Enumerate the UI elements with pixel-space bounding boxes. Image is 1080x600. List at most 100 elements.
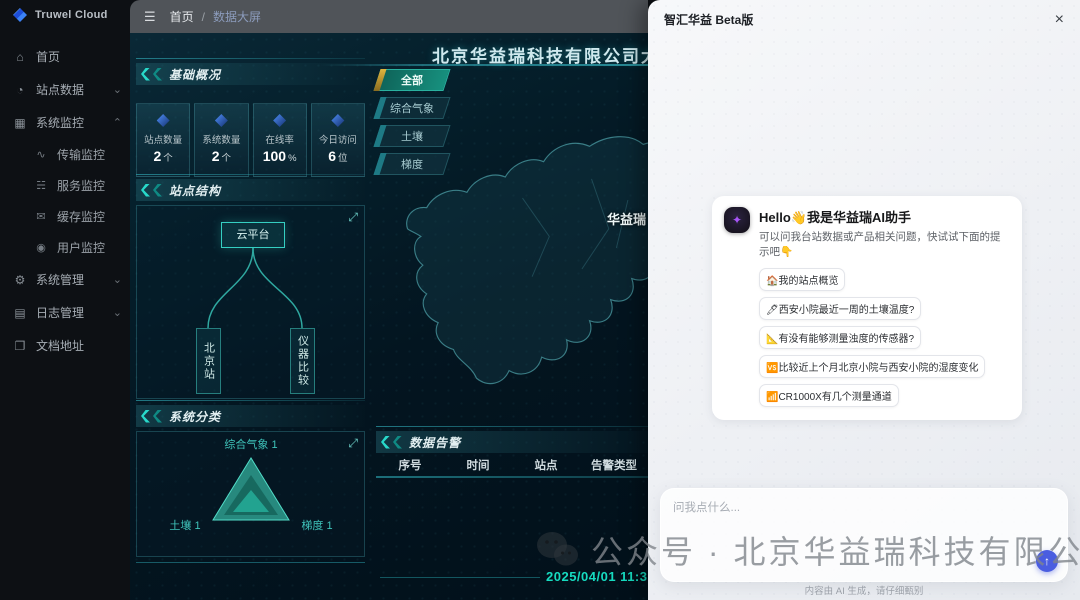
section-arrow-icon (153, 410, 162, 423)
section-arrow-icon (141, 68, 150, 81)
filter-gradient[interactable]: 梯度 (373, 153, 450, 175)
classification-panel: ⤢ 综合气象 1 土壤 1 梯度 1 (136, 431, 365, 557)
station-structure-panel: ⤢ 云平台 北京站 仪器比较 (136, 205, 365, 399)
sidebar-item-transmission-monitor[interactable]: ∿ 传输监控 (0, 139, 130, 170)
sidebar-item-label: 系统监控 (36, 114, 84, 131)
stat-unit: 个 (222, 153, 232, 164)
app-logo: Truwel Cloud (0, 0, 130, 30)
sidebar-item-user-monitor[interactable]: ◉ 用户监控 (0, 232, 130, 263)
radar-label-soil: 土壤 1 (169, 518, 200, 532)
chevron-down-icon: ⌄ (113, 306, 122, 319)
ai-greeting-card: ✦ Hello👋我是华益瑞AI助手 可以问我台站数据或产品相关问题，快试试下面的… (712, 196, 1022, 420)
section-arrow-icon (153, 184, 162, 197)
map-marker-label[interactable]: 华益瑞 (607, 209, 646, 228)
breadcrumb-current[interactable]: 数据大屏 (213, 8, 261, 25)
breadcrumb: 首页 / 数据大屏 (170, 8, 261, 25)
external-link-icon: ❐ (13, 339, 27, 353)
chat-input-card: ↑ (660, 488, 1068, 582)
stat-value: 6 (328, 148, 336, 164)
stat-label: 在线率 (265, 132, 294, 146)
sidebar-item-site-data[interactable]: ◔ 站点数据 ⌄ (0, 73, 130, 106)
ai-panel-title: 智汇华益 Beta版 (664, 11, 753, 28)
stat-cards: 站点数量 2个 系统数量 2个 在线率 100% 今日访问 6位 (136, 103, 365, 177)
chat-input[interactable] (661, 489, 1067, 581)
gear-icon: ⚙ (13, 273, 27, 287)
sidebar: Truwel Cloud ⌂ 首页 ◔ 站点数据 ⌄ ▦ 系统监控 ⌃ ∿ 传输… (0, 0, 130, 600)
section-title: 站点结构 (169, 182, 221, 199)
map-filter-buttons: 全部 综合气象 土壤 梯度 (377, 69, 447, 181)
structure-node-root[interactable]: 云平台 (221, 222, 285, 248)
filter-label: 梯度 (378, 154, 446, 174)
sidebar-item-home[interactable]: ⌂ 首页 (0, 40, 130, 73)
sidebar-item-doc-link[interactable]: ❐ 文档地址 (0, 329, 130, 362)
home-icon: ⌂ (13, 50, 27, 64)
sidebar-item-system-monitor[interactable]: ▦ 系统监控 ⌃ (0, 106, 130, 139)
ai-greeting-title: Hello👋我是华益瑞AI助手 (759, 207, 1010, 226)
sidebar-item-system-manage[interactable]: ⚙ 系统管理 ⌄ (0, 263, 130, 296)
cache-icon: ✉ (34, 210, 48, 223)
ai-greeting-body: Hello👋我是华益瑞AI助手 可以问我台站数据或产品相关问题，快试试下面的提示… (759, 207, 1010, 407)
section-header-structure: 站点结构 (136, 179, 365, 201)
system-monitor-icon: ▦ (13, 116, 27, 130)
logo-diamond-icon (13, 8, 27, 22)
arrow-up-icon: ↑ (1044, 554, 1050, 568)
site-data-icon: ◔ (13, 83, 27, 97)
structure-node-beijing[interactable]: 北京站 (196, 328, 221, 394)
ai-panel-header: 智汇华益 Beta版 × (648, 0, 1080, 36)
stat-label: 系统数量 (202, 132, 240, 146)
filter-all[interactable]: 全部 (373, 69, 450, 91)
breadcrumb-home[interactable]: 首页 (170, 8, 194, 25)
sparkle-icon: ✦ (732, 213, 742, 227)
suggestion-chips: 🏠我的站点概览 🖊西安小院最近一周的土壤温度? 📐有没有能够测量浊度的传感器? … (759, 268, 1010, 407)
section-arrow-icon (141, 184, 150, 197)
filter-weather[interactable]: 综合气象 (373, 97, 450, 119)
section-title: 数据告警 (409, 434, 461, 451)
gem-icon (273, 114, 286, 127)
expand-icon[interactable]: ⤢ (348, 436, 358, 451)
radar-label-gradient: 梯度 1 (301, 518, 332, 532)
user-icon: ◉ (34, 241, 48, 254)
sidebar-submenu: ∿ 传输监控 ☵ 服务监控 ✉ 缓存监控 ◉ 用户监控 (0, 139, 130, 263)
section-title: 基础概况 (169, 66, 221, 83)
section-header-classification: 系统分类 (136, 405, 365, 427)
menu-collapse-icon[interactable]: ☰ (144, 9, 156, 25)
sidebar-item-cache-monitor[interactable]: ✉ 缓存监控 (0, 201, 130, 232)
section-arrow-icon (141, 410, 150, 423)
section-header-overview: 基础概况 (136, 63, 365, 85)
stat-unit: 个 (163, 153, 173, 164)
chip-humidity-compare[interactable]: 🆚比较近上个月北京小院与西安小院的湿度变化 (759, 355, 985, 378)
bottom-decoration-middle (380, 577, 540, 578)
sidebar-item-log-manage[interactable]: ▤ 日志管理 ⌄ (0, 296, 130, 329)
send-button[interactable]: ↑ (1036, 550, 1058, 572)
section-title: 系统分类 (169, 408, 221, 425)
transmission-icon: ∿ (34, 148, 48, 161)
stat-label: 站点数量 (144, 132, 182, 146)
ai-disclaimer: 内容由 AI 生成，请仔细甄别 (648, 583, 1080, 597)
sidebar-item-label: 文档地址 (36, 337, 84, 354)
chip-cr1000x-channels[interactable]: 📶CR1000X有几个测量通道 (759, 384, 899, 407)
section-arrow-icon (381, 436, 390, 449)
stat-card-online-rate: 在线率 100% (253, 103, 307, 177)
alerts-col-type: 告警类型 (580, 457, 648, 473)
sidebar-item-service-monitor[interactable]: ☵ 服务监控 (0, 170, 130, 201)
ai-greeting-subtitle: 可以问我台站数据或产品相关问题，快试试下面的提示吧👇 (759, 229, 1010, 259)
alerts-col-index: 序号 (376, 457, 444, 473)
alerts-header-underline (376, 476, 648, 478)
sidebar-item-label: 站点数据 (36, 81, 84, 98)
chip-site-overview[interactable]: 🏠我的站点概览 (759, 268, 845, 291)
structure-node-instrument[interactable]: 仪器比较 (290, 328, 315, 394)
alerts-col-time: 时间 (444, 457, 512, 473)
filter-soil[interactable]: 土壤 (373, 125, 450, 147)
chip-soil-temperature[interactable]: 🖊西安小院最近一周的土壤温度? (759, 297, 921, 320)
sidebar-item-label: 系统管理 (36, 271, 84, 288)
bottom-decoration-left (136, 562, 365, 563)
chip-turbidity-sensor[interactable]: 📐有没有能够测量浊度的传感器? (759, 326, 921, 349)
dashboard-title: 北京华益瑞科技有限公司大数据 (432, 42, 648, 67)
alerts-col-station: 站点 (512, 457, 580, 473)
stat-card-stations: 站点数量 2个 (136, 103, 190, 177)
stat-value: 2 (212, 148, 220, 164)
stat-value: 2 (153, 148, 161, 164)
close-icon[interactable]: × (1055, 12, 1064, 28)
stat-unit: 位 (338, 153, 348, 164)
sidebar-item-label: 用户监控 (57, 239, 105, 256)
